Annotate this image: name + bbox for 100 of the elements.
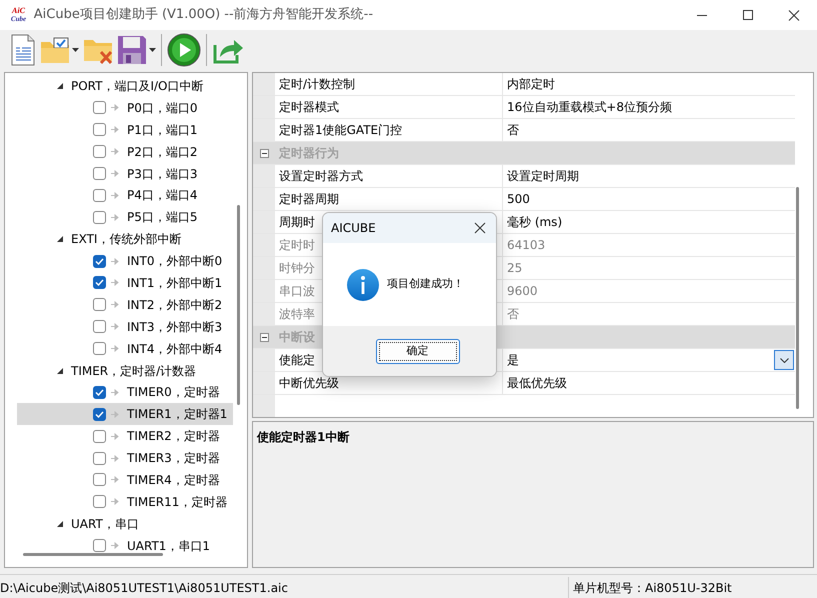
checkbox[interactable] <box>93 254 106 268</box>
tree-row[interactable]: TIMER1，定时器1 <box>17 403 233 426</box>
arrow-icon <box>111 192 119 199</box>
property-value: 25 <box>507 260 522 277</box>
collapse-icon[interactable] <box>260 332 268 342</box>
arrow-icon <box>111 126 119 134</box>
arrow-icon <box>111 432 119 440</box>
tree-item-label[interactable]: TIMER0，定时器 <box>127 383 220 402</box>
arrow-icon <box>111 104 119 112</box>
tree-item-label[interactable]: INT0，外部中断0 <box>127 252 222 270</box>
checkbox[interactable] <box>93 320 106 334</box>
checkbox[interactable] <box>93 167 106 180</box>
checkbox[interactable] <box>93 210 106 224</box>
tree-item-label[interactable]: TIMER3，定时器 <box>127 449 220 468</box>
info-icon <box>347 268 379 300</box>
property-value: 9600 <box>507 283 538 300</box>
property-name: 定时器模式 <box>275 96 503 118</box>
checkbox[interactable] <box>93 495 106 508</box>
caret-icon <box>149 48 156 52</box>
checkbox[interactable] <box>93 386 106 399</box>
arrow-icon <box>111 279 119 286</box>
tree-group-label[interactable]: EXTI，传统外部中断 <box>71 230 182 248</box>
checkbox[interactable] <box>93 145 106 158</box>
arrow-icon <box>111 345 119 352</box>
checkbox[interactable] <box>93 473 106 486</box>
ok-button[interactable]: 确定 <box>376 338 460 364</box>
arrow-icon <box>111 476 119 484</box>
checkbox[interactable] <box>93 342 106 356</box>
property-value[interactable]: 500 <box>507 190 530 208</box>
chevron-down-icon <box>780 358 788 362</box>
scrollbar-thumb[interactable] <box>796 187 799 409</box>
property-value[interactable]: 16位自动重载模式+8位预分频 <box>507 98 672 116</box>
maximize-icon[interactable] <box>742 10 754 20</box>
property-value[interactable]: 是 <box>507 351 519 369</box>
property-value[interactable]: 内部定时 <box>507 75 555 93</box>
arrow-icon <box>111 542 119 550</box>
property-value[interactable]: 否 <box>507 121 519 139</box>
tree-item-label[interactable]: P0口，端口0 <box>127 98 198 117</box>
document-icon <box>10 34 36 66</box>
scrollbar-thumb[interactable] <box>23 553 163 556</box>
tree-item-label[interactable]: P4口，端口4 <box>127 186 198 204</box>
dropdown-button[interactable] <box>774 350 794 370</box>
chip-model: 单片机型号：Ai8051U-32Bit <box>573 580 732 596</box>
tree-item-label[interactable]: INT2，外部中断2 <box>127 296 222 314</box>
property-value: 64103 <box>507 237 546 254</box>
tree-item-label[interactable]: INT3，外部中断3 <box>127 318 222 336</box>
tree-item-label[interactable]: UART1，串口1 <box>127 536 210 555</box>
arrow-icon <box>111 498 119 506</box>
tree-item-label[interactable]: P3口，端口3 <box>127 164 198 182</box>
checkbox[interactable] <box>93 539 106 552</box>
property-name: 设置定时器方式 <box>275 165 503 187</box>
arrow-icon <box>111 410 119 418</box>
close-icon[interactable] <box>788 10 800 20</box>
expanded-arrow-icon[interactable] <box>57 82 63 89</box>
tree-item-label[interactable]: TIMER11，定时器 <box>127 492 228 511</box>
arrow-icon <box>111 301 119 308</box>
collapse-icon[interactable] <box>260 148 268 158</box>
checkbox[interactable] <box>93 101 106 114</box>
arrow-icon <box>111 148 119 156</box>
close-icon[interactable] <box>474 222 486 234</box>
property-value[interactable]: 最低优先级 <box>507 374 567 392</box>
description-text: 使能定时器1中断 <box>257 430 350 444</box>
arrow-icon <box>111 388 119 396</box>
arrow-icon <box>111 214 119 221</box>
property-name: 定时器1使能GATE门控 <box>275 119 503 141</box>
tree-group-label[interactable]: PORT，端口及I/O口中断 <box>71 76 204 95</box>
tree-item-label[interactable]: TIMER2，定时器 <box>127 427 220 446</box>
arrow-icon <box>111 170 119 177</box>
expanded-arrow-icon[interactable] <box>57 368 63 374</box>
tree-item-label[interactable]: P2口，端口2 <box>127 142 198 161</box>
caret-icon <box>72 48 79 52</box>
tree-item-label: TIMER1，定时器1 <box>127 406 228 424</box>
folder-check-icon <box>40 36 70 64</box>
toolbar-button[interactable] <box>165 32 203 68</box>
property-value[interactable]: 设置定时周期 <box>507 167 579 185</box>
expanded-arrow-icon[interactable] <box>57 236 63 242</box>
checkbox[interactable] <box>93 298 106 312</box>
property-value: 否 <box>507 306 519 323</box>
arrow-icon <box>111 454 119 462</box>
tree-item-label[interactable]: INT4，外部中断4 <box>127 340 222 358</box>
property-name: 定时/计数控制 <box>275 73 503 95</box>
tree-group-label[interactable]: TIMER，定时器/计数器 <box>71 362 196 380</box>
tree-item-label[interactable]: P5口，端口5 <box>127 208 198 226</box>
tree-item-label[interactable]: INT1，外部中断1 <box>127 274 222 292</box>
play-icon <box>167 33 201 67</box>
tree-item-label[interactable]: TIMER4，定时器 <box>127 470 220 489</box>
checkbox[interactable] <box>93 188 106 202</box>
tree-item-label[interactable]: P1口，端口1 <box>127 120 198 139</box>
arrow-icon <box>111 258 119 265</box>
checkbox[interactable] <box>93 452 106 465</box>
file-path: D:\Aicube测试\Ai8051UTEST1\Ai8051UTEST1.aic <box>0 580 289 596</box>
arrow-icon <box>111 323 119 330</box>
checkbox[interactable] <box>93 430 106 443</box>
scrollbar-thumb[interactable] <box>237 205 240 405</box>
property-value[interactable]: 毫秒 (ms) <box>507 213 562 231</box>
expanded-arrow-icon[interactable] <box>57 520 63 527</box>
tree-group-label[interactable]: UART，串口 <box>71 514 139 533</box>
checkbox[interactable] <box>93 408 106 421</box>
checkbox[interactable] <box>93 276 106 290</box>
checkbox[interactable] <box>93 123 106 136</box>
